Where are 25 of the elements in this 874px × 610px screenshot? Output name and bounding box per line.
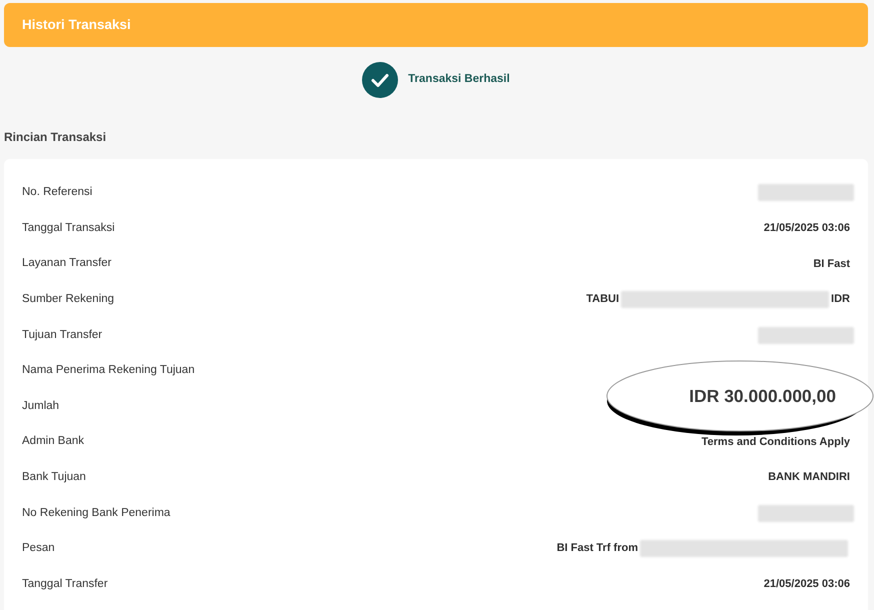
section-title: Rincian Transaksi — [4, 129, 106, 145]
detail-value: Terms and Conditions Apply — [701, 434, 850, 450]
detail-label: Tanggal Transfer — [22, 576, 108, 592]
detail-value: 21/05/2025 03:06 — [764, 221, 850, 236]
detail-label: Pesan — [22, 541, 55, 556]
detail-label: Admin Bank — [22, 434, 84, 450]
detail-value: IDR — [831, 292, 850, 308]
detail-label: No. Referensi — [22, 185, 92, 200]
detail-value: BI Fast — [813, 256, 850, 272]
detail-label: Jumlah — [22, 398, 60, 414]
amount-value: IDR 30.000.000,00 — [689, 384, 836, 407]
detail-value: 21/05/2025 03:06 — [764, 577, 850, 592]
detail-value: BANK MANDIRI — [768, 470, 850, 486]
detail-label: Tujuan Transfer — [22, 328, 102, 343]
detail-value: TABUI — [586, 292, 620, 308]
header-title: Histori Transaksi — [22, 16, 131, 34]
success-check-icon — [362, 62, 398, 98]
detail-label: No Rekening Bank Penerima — [22, 506, 170, 521]
detail-label: Tanggal Transaksi — [22, 220, 115, 236]
detail-label: Bank Tujuan — [22, 470, 86, 485]
detail-value: BI Fast Trf from — [556, 541, 638, 556]
detail-label: Layanan Transfer — [22, 256, 112, 272]
detail-label: Sumber Rekening — [22, 292, 114, 307]
status-text: Transaksi Berhasil — [408, 72, 510, 88]
detail-label: Nama Penerima Rekening Tujuan — [22, 363, 195, 378]
